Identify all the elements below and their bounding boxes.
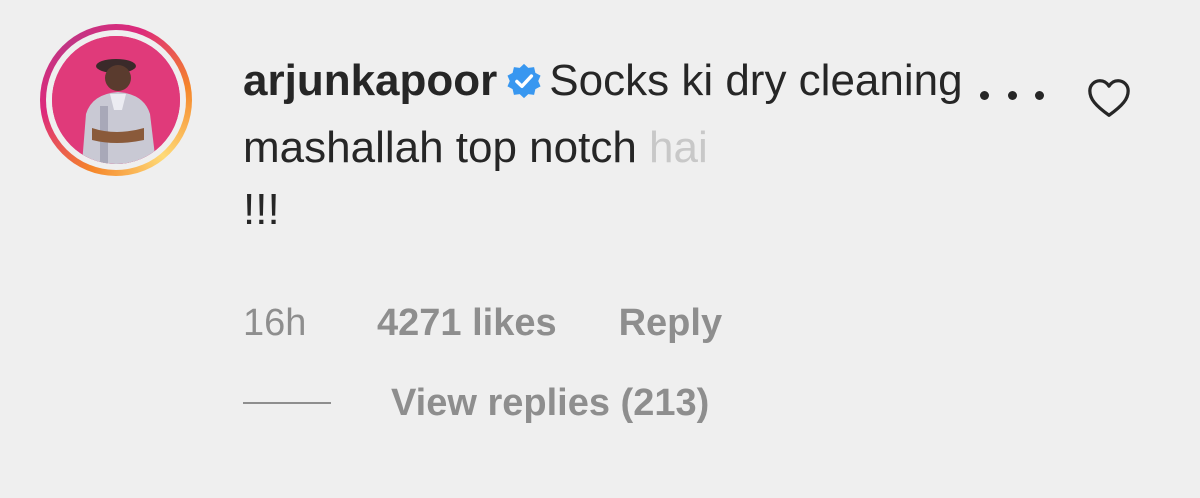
comment-meta: 16h 4271 likes Reply [243,298,722,348]
timestamp: 16h [243,301,307,344]
username[interactable]: arjunkapoor [243,56,497,105]
heart-icon[interactable] [1086,76,1132,120]
comment-item: arjunkapoor Socks ki dry cleaning mashall… [0,0,1200,498]
comment-text: arjunkapoor Socks ki dry cleaning mashall… [243,50,963,241]
comment-body-end: !!! [243,185,280,234]
view-replies-label: View replies (213) [391,381,710,424]
avatar [52,36,180,164]
avatar-photo [52,36,180,164]
verified-badge-icon [505,55,543,117]
more-options-icon[interactable] [980,80,1044,110]
comment-body-faded: hai [649,123,708,172]
story-ring[interactable] [40,24,192,176]
view-replies-button[interactable]: View replies (213) [243,378,709,428]
reply-button[interactable]: Reply [619,302,722,345]
likes-count[interactable]: 4271 likes [377,302,557,345]
replies-divider [243,402,331,404]
